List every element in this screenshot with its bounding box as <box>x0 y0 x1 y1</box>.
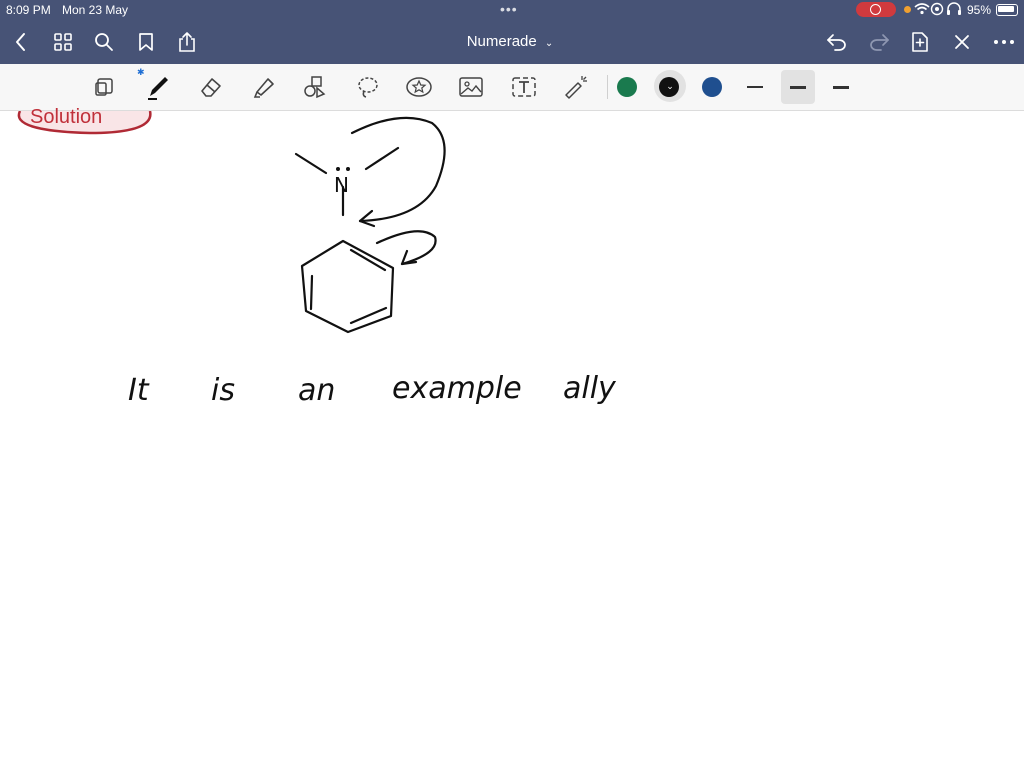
status-time: 8:09 PM <box>6 3 51 17</box>
back-icon[interactable] <box>8 29 34 55</box>
page-view-icon[interactable] <box>89 72 121 102</box>
stroke-width-thick[interactable] <box>824 70 858 104</box>
undo-icon[interactable] <box>824 29 850 55</box>
shapes-icon[interactable] <box>299 72 331 102</box>
close-icon[interactable] <box>949 29 975 55</box>
highlighter-icon[interactable] <box>248 72 280 102</box>
status-date: Mon 23 May <box>62 3 129 17</box>
top-bar: 8:09 PM Mon 23 May ••• 95% Numerade ⌄ <box>0 0 1024 64</box>
mic-indicator-icon <box>904 6 911 13</box>
text-icon[interactable] <box>508 72 540 102</box>
pen-icon[interactable] <box>142 72 174 102</box>
grid-icon[interactable] <box>50 29 76 55</box>
bookmark-icon[interactable] <box>133 29 159 55</box>
image-icon[interactable] <box>455 72 487 102</box>
solution-badge: Solution <box>30 106 103 128</box>
laser-pointer-icon[interactable] <box>560 72 592 102</box>
sticker-icon[interactable] <box>403 72 435 102</box>
handwriting-word-4: example <box>392 371 522 406</box>
eraser-icon[interactable] <box>195 72 227 102</box>
lasso-icon[interactable] <box>352 72 384 102</box>
battery-percent: 95% <box>967 3 992 17</box>
notes-canvas[interactable]: Solution N It is an example ally <box>0 106 1024 768</box>
handwriting-word-3: an <box>298 373 336 408</box>
search-icon[interactable] <box>91 29 117 55</box>
battery-icon <box>996 4 1018 16</box>
handwriting-word-5: ally <box>563 371 616 406</box>
wifi-icon <box>914 2 930 19</box>
share-icon[interactable] <box>174 29 200 55</box>
stroke-width-medium[interactable] <box>781 70 815 104</box>
add-page-icon[interactable] <box>907 29 933 55</box>
drawing-toolbar: ✱ ⌄ <box>0 64 1024 111</box>
nav-row: Numerade ⌄ <box>0 22 1024 62</box>
screen-record-icon <box>856 2 896 17</box>
redo-icon[interactable] <box>866 29 892 55</box>
document-title: Numerade <box>466 33 537 50</box>
handwritten-drawing <box>17 111 446 334</box>
color-swatch-blue[interactable] <box>702 77 722 97</box>
toolbar-divider <box>607 75 608 99</box>
stroke-width-thin[interactable] <box>738 70 772 104</box>
headphones-icon <box>930 2 944 19</box>
more-icon[interactable] <box>991 29 1017 55</box>
handwriting-word-1: It <box>128 373 149 408</box>
document-title-button[interactable]: Numerade ⌄ <box>440 33 580 50</box>
color-swatch-green[interactable] <box>617 77 637 97</box>
handwriting-word-2: is <box>211 373 235 408</box>
headset-icon <box>946 2 962 19</box>
status-bar: 8:09 PM Mon 23 May ••• 95% <box>0 0 1024 20</box>
multitasking-dots-icon[interactable]: ••• <box>500 1 518 17</box>
chevron-down-icon: ⌄ <box>544 38 554 49</box>
chevron-down-icon: ⌄ <box>666 81 674 91</box>
nitrogen-label: N <box>334 173 349 197</box>
